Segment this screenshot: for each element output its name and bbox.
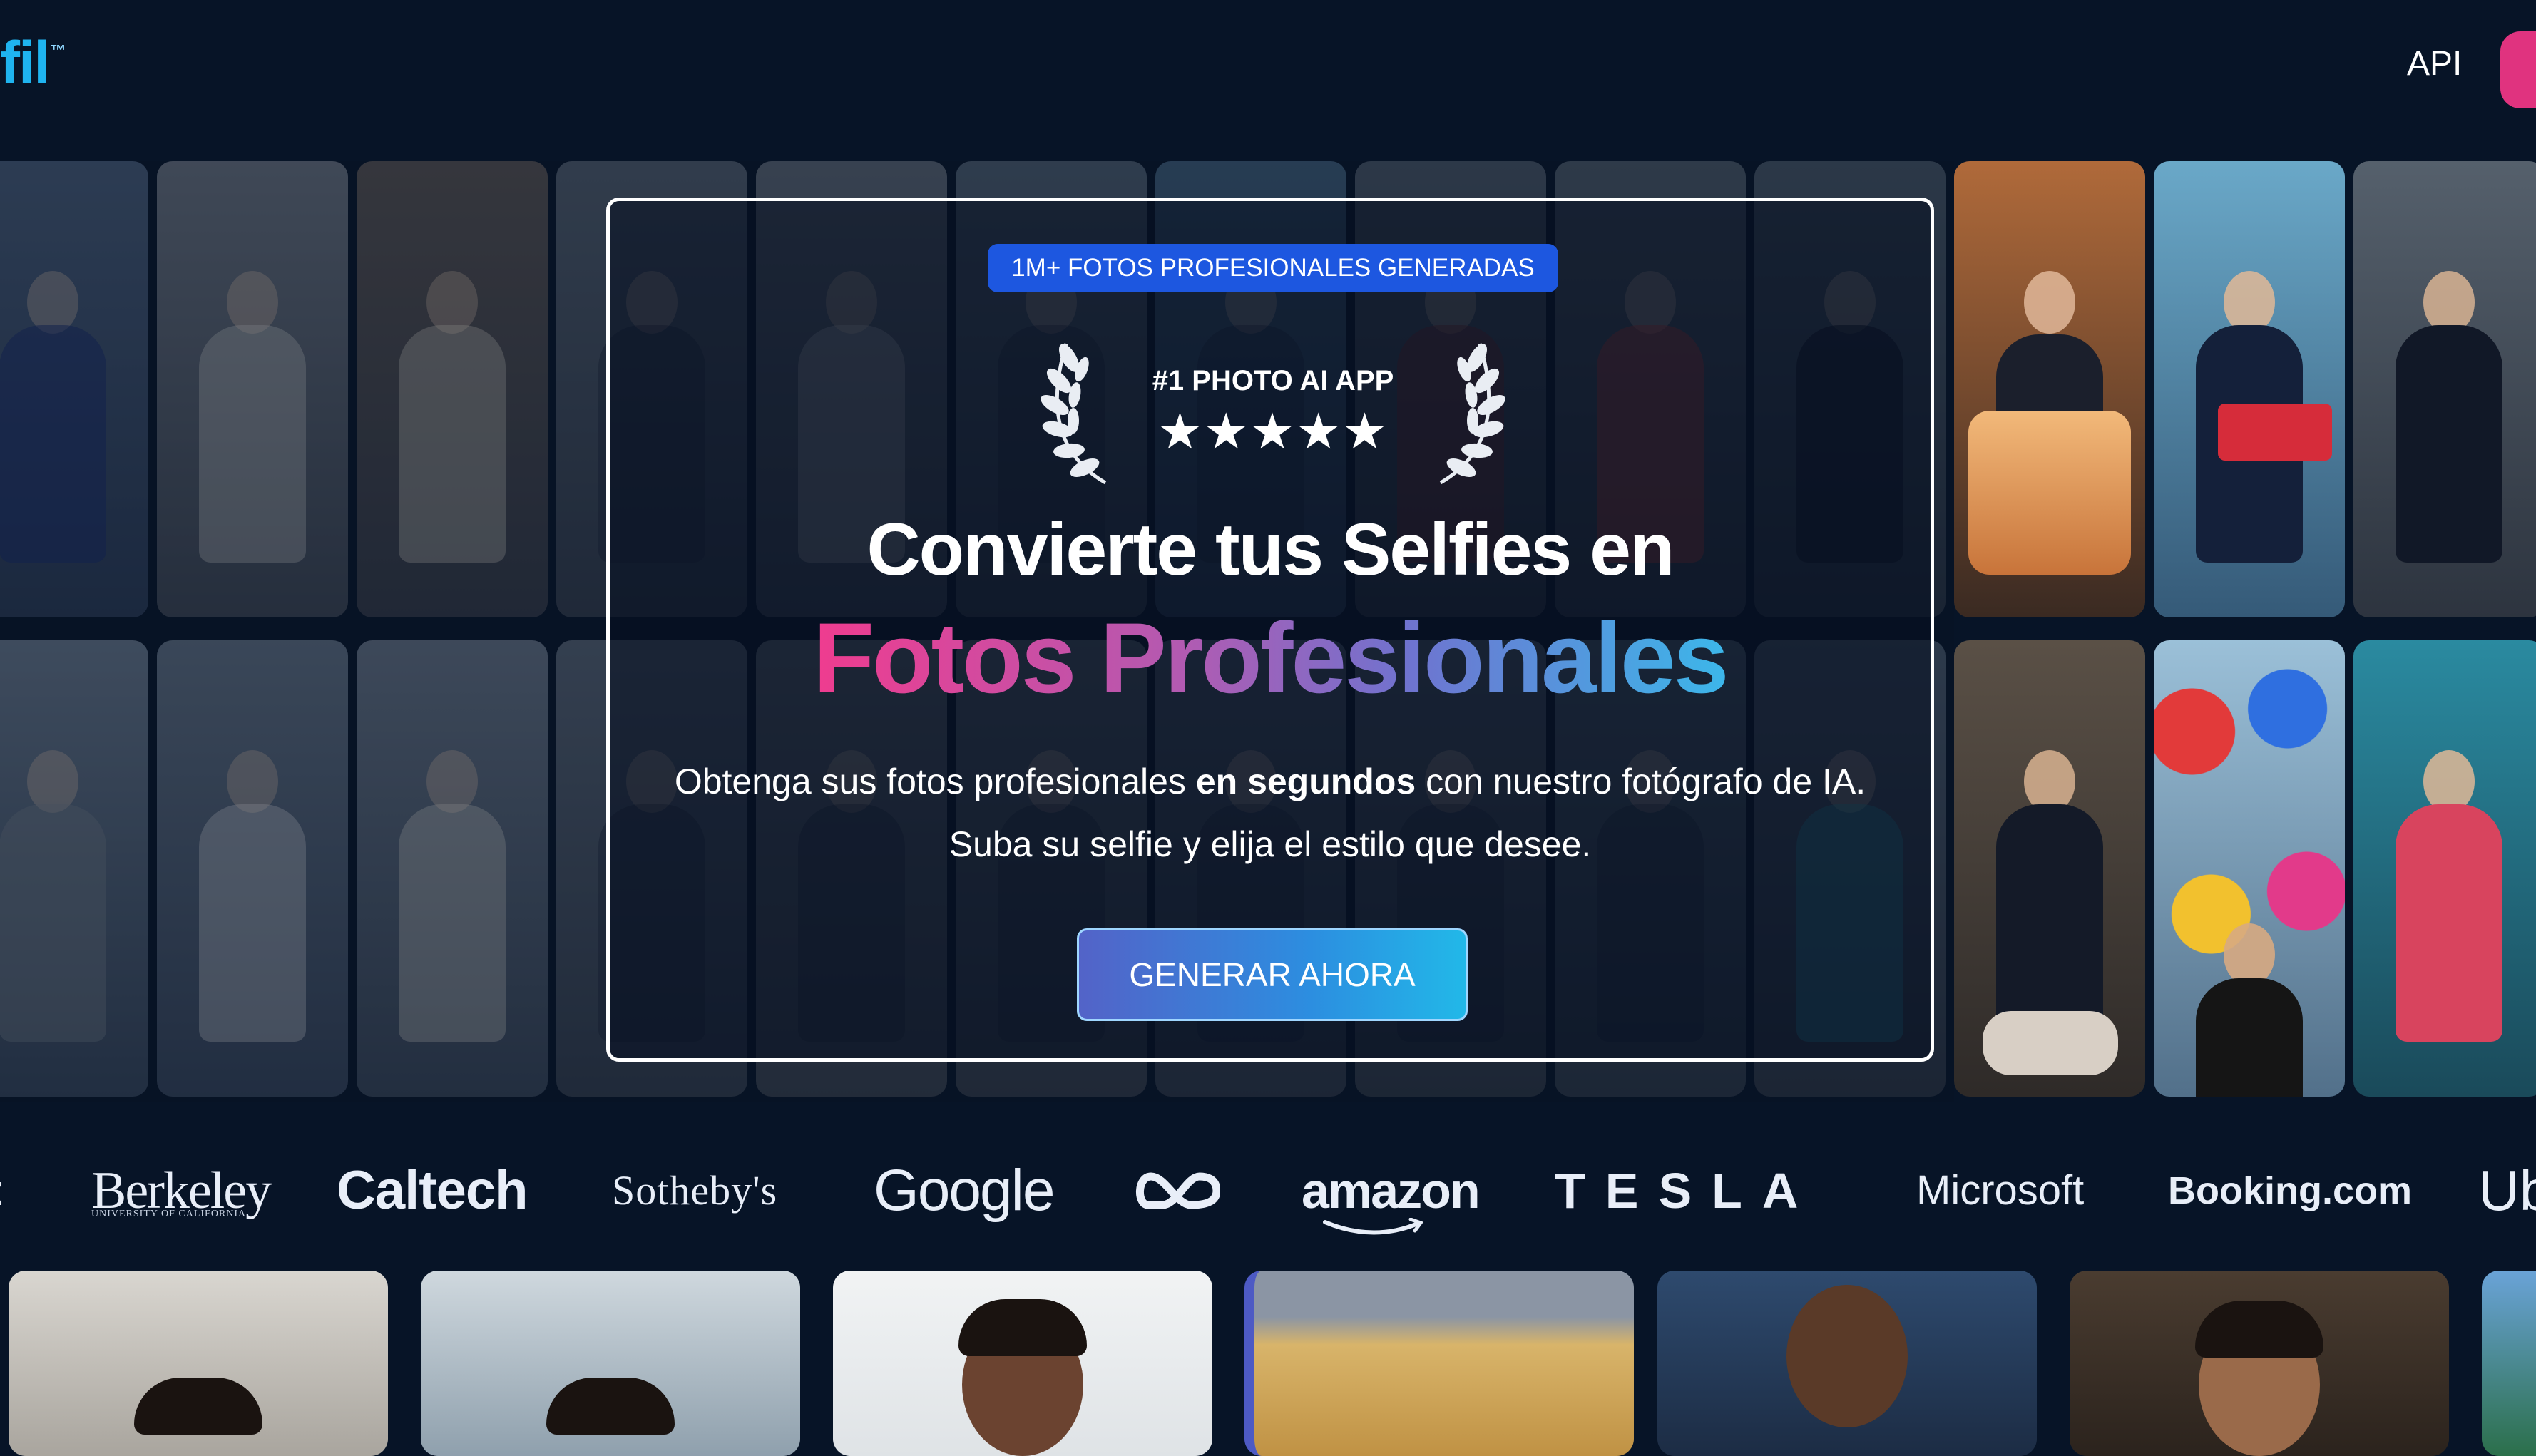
photo-tile — [0, 640, 148, 1097]
photo-tile — [2154, 161, 2345, 617]
example-thumbnail[interactable] — [833, 1271, 1212, 1456]
photo-tile — [2353, 161, 2536, 617]
brand-logo-partial-left: : — [0, 1141, 5, 1241]
brand-tesla: TESLA — [1555, 1163, 1819, 1219]
generate-now-button[interactable]: GENERAR AHORA — [1077, 928, 1468, 1021]
description-part1: Obtenga sus fotos profesionales — [674, 762, 1196, 801]
nav-cta-button[interactable] — [2500, 31, 2536, 108]
photo-tile — [157, 640, 348, 1097]
headline-line1: Convierte tus Selfies en — [866, 508, 1675, 591]
brand-berkeley: Berkeley UNIVERSITY OF CALIFORNIA — [91, 1141, 272, 1241]
brand-microsoft: Microsoft — [1916, 1167, 2085, 1214]
example-thumbnail[interactable] — [9, 1271, 388, 1456]
example-thumbnails-row — [0, 1271, 2536, 1456]
example-thumbnail[interactable] — [2070, 1271, 2449, 1456]
photo-tile — [357, 161, 548, 617]
photo-tile — [157, 161, 348, 617]
meta-infinity-icon — [1136, 1172, 1220, 1209]
nav-link-api[interactable]: API — [2407, 44, 2462, 83]
photo-tile — [0, 161, 148, 617]
headline-line2: Fotos Profesionales — [610, 600, 1931, 716]
photo-tile — [357, 640, 548, 1097]
trademark-mark: ™ — [50, 41, 66, 59]
photo-tile — [2154, 640, 2345, 1097]
brand-logo-text: fil — [0, 29, 51, 96]
hero-card: 1M+ FOTOS PROFESIONALES GENERADAS #1 PHO… — [606, 198, 1934, 1062]
brand-berkeley-subtitle: UNIVERSITY OF CALIFORNIA — [91, 1209, 247, 1219]
award-badge: #1 PHOTO AI APP ★★★★★ — [1038, 337, 1508, 486]
example-thumbnail[interactable] — [1657, 1271, 2037, 1456]
amazon-smile-icon — [1323, 1218, 1423, 1235]
example-thumbnail[interactable] — [2482, 1271, 2536, 1456]
photo-tile — [2353, 640, 2536, 1097]
description-bold: en segundos — [1195, 762, 1416, 801]
photo-tile — [1954, 640, 2145, 1097]
brand-caltech: Caltech — [337, 1160, 528, 1221]
brand-logo-partial-right: Ub — [2478, 1159, 2536, 1222]
stats-badge: 1M+ FOTOS PROFESIONALES GENERADAS — [988, 244, 1558, 292]
photo-tile — [1954, 161, 2145, 617]
brand-logos-strip: : Berkeley UNIVERSITY OF CALIFORNIA Calt… — [0, 1141, 2536, 1241]
example-thumbnail[interactable] — [421, 1271, 800, 1456]
brand-sothebys: Sotheby's — [612, 1167, 778, 1214]
hero-description: Obtenga sus fotos profesionales en segun… — [638, 750, 1902, 876]
laurel-right-icon — [1439, 343, 1505, 485]
example-thumbnail[interactable] — [1244, 1271, 1634, 1456]
brand-logo[interactable]: fil™ — [0, 29, 66, 98]
headline-gradient-text: Fotos Profesionales — [813, 602, 1729, 714]
brand-google: Google — [874, 1158, 1055, 1223]
brand-booking: Booking.com — [2168, 1169, 2413, 1212]
